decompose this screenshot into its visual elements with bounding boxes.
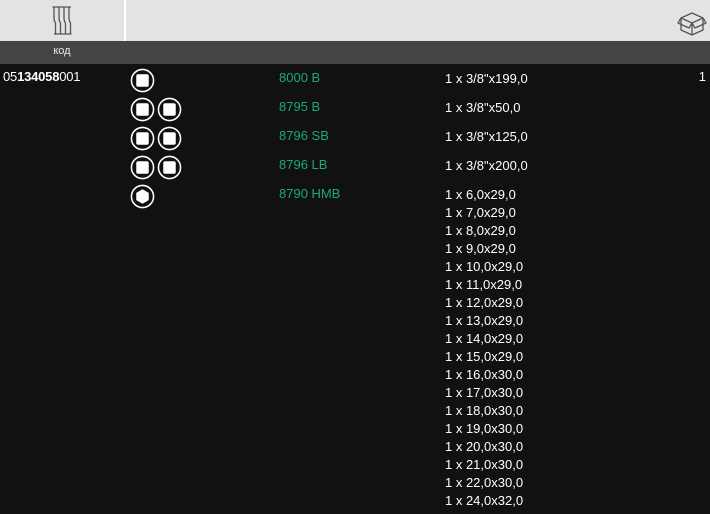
spec-line: 1 x 12,0x29,0 — [445, 295, 524, 310]
drive-icons — [130, 155, 182, 181]
spec-line: 1 x 6,0x29,0 — [445, 187, 516, 202]
header-divider — [124, 0, 126, 41]
spec-line: 1 x 3/8"x200,0 — [445, 158, 528, 173]
drive-icons — [130, 184, 155, 210]
column-header-bar: код — [0, 41, 710, 64]
spec-line: 1 x 14,0x29,0 — [445, 331, 524, 346]
square-drive-icon — [130, 155, 155, 180]
hex-drive-icon — [130, 184, 155, 209]
model-number[interactable]: 8795 B — [279, 99, 320, 114]
spec-line: 1 x 22,0x30,0 — [445, 475, 524, 490]
square-drive-icon — [157, 126, 182, 151]
spec-list: 1 x 3/8"x200,0 — [445, 157, 528, 175]
component-row: 8796 LB 1 x 3/8"x200,0 — [0, 155, 710, 184]
spec-line: 1 x 3/8"x50,0 — [445, 100, 521, 115]
spec-line: 1 x 15,0x29,0 — [445, 349, 524, 364]
spec-line: 1 x 21,0x30,0 — [445, 457, 524, 472]
spec-line: 1 x 9,0x29,0 — [445, 241, 516, 256]
spec-list: 1 x 6,0x29,0 1 x 7,0x29,0 1 x 8,0x29,0 1 x … — [445, 186, 523, 510]
drive-icons — [130, 126, 182, 152]
spec-line: 1 x 10,0x29,0 — [445, 259, 524, 274]
spec-line: 1 x 11,0x29,0 — [445, 277, 523, 292]
component-row: 8000 B 1 x 3/8"x199,0 — [0, 68, 710, 97]
spec-line: 1 x 8,0x29,0 — [445, 223, 516, 238]
component-row: 8796 SB 1 x 3/8"x125,0 — [0, 126, 710, 155]
model-number[interactable]: 8796 LB — [279, 157, 327, 172]
drive-icons — [130, 68, 155, 94]
package-box-icon[interactable] — [677, 9, 707, 37]
spec-line: 1 x 13,0x29,0 — [445, 313, 524, 328]
header-bar — [0, 0, 710, 41]
drive-icons — [130, 97, 182, 123]
square-drive-icon — [157, 155, 182, 180]
spec-line: 1 x 18,0x30,0 — [445, 403, 524, 418]
spec-list: 1 x 3/8"x125,0 — [445, 128, 528, 146]
spec-list: 1 x 3/8"x50,0 — [445, 99, 520, 117]
square-drive-icon — [130, 126, 155, 151]
component-row: 8790 HMB 1 x 6,0x29,0 1 x 7,0x29,0 1 x 8,0x… — [0, 184, 710, 508]
spec-line: 1 x 24,0x32,0 — [445, 493, 524, 508]
spec-line: 1 x 20,0x30,0 — [445, 439, 524, 454]
spec-line: 1 x 3/8"x199,0 — [445, 71, 528, 86]
square-drive-icon — [157, 97, 182, 122]
square-drive-icon — [130, 68, 155, 93]
spec-line: 1 x 16,0x30,0 — [445, 367, 524, 382]
model-number[interactable]: 8796 SB — [279, 128, 329, 143]
spec-line: 1 x 7,0x29,0 — [445, 205, 516, 220]
spec-line: 1 x 19,0x30,0 — [445, 421, 524, 436]
component-row: 8795 B 1 x 3/8"x50,0 — [0, 97, 710, 126]
tool-set-icon — [52, 6, 72, 35]
model-number[interactable]: 8790 HMB — [279, 186, 340, 201]
spec-list: 1 x 3/8"x199,0 — [445, 70, 528, 88]
spec-line: 1 x 17,0x30,0 — [445, 385, 524, 400]
model-number[interactable]: 8000 B — [279, 70, 320, 85]
spec-line: 1 x 3/8"x125,0 — [445, 129, 528, 144]
code-column-label: код — [53, 45, 71, 57]
square-drive-icon — [130, 97, 155, 122]
